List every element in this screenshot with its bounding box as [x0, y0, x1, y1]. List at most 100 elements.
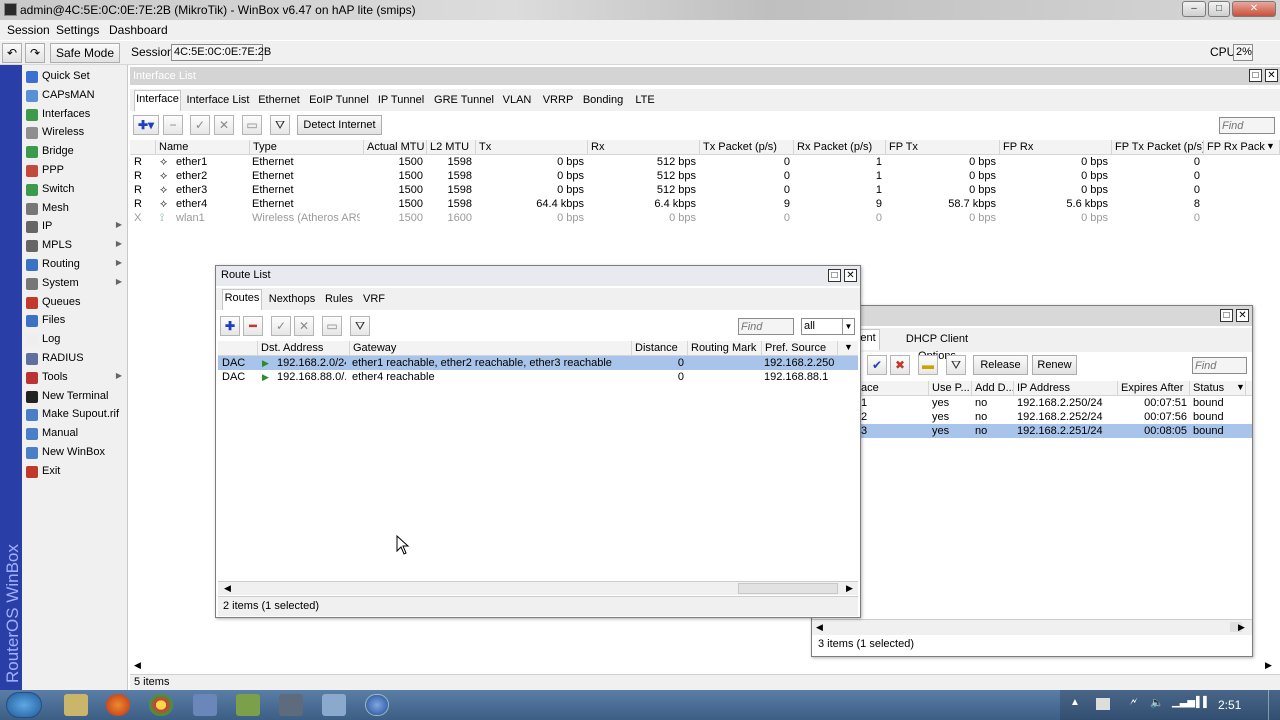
sidebar-item-wireless[interactable]: Wireless: [22, 124, 128, 142]
route-col-routing-mark[interactable]: Routing Mark: [688, 341, 762, 356]
winbox-taskbar-icon[interactable]: [365, 694, 389, 716]
release-button[interactable]: Release: [973, 355, 1028, 375]
dhcp-col-ace[interactable]: ace: [858, 381, 929, 396]
route-remove-button[interactable]: ━: [243, 316, 263, 336]
interface-col-fp-rx[interactable]: FP Rx: [1000, 140, 1112, 155]
sidebar-item-log[interactable]: Log: [22, 331, 128, 349]
sidebar-item-ip[interactable]: IP ▶: [22, 218, 128, 236]
route-filter-select[interactable]: all ▼: [801, 318, 855, 335]
sidebar-item-make-supout-rif[interactable]: Make Supout.rif: [22, 406, 128, 424]
interface-col-l2-mtu[interactable]: L2 MTU: [427, 140, 476, 155]
renew-button[interactable]: Renew: [1032, 355, 1077, 375]
dhcp-maximize-button[interactable]: □: [1220, 309, 1233, 322]
interface-col-type[interactable]: Type: [250, 140, 364, 155]
remove-button[interactable]: −: [163, 115, 183, 135]
dhcp-disable-button[interactable]: ✖: [890, 355, 910, 375]
interface-col-fp-tx[interactable]: FP Tx: [886, 140, 1000, 155]
tab-interface-list[interactable]: Interface List: [186, 92, 250, 110]
dhcp-col-use-p-[interactable]: Use P...: [929, 381, 972, 396]
sidebar-item-tools[interactable]: Tools ▶: [22, 369, 128, 387]
interface-col-actual-mtu[interactable]: Actual MTU: [364, 140, 427, 155]
sidebar-item-switch[interactable]: Switch: [22, 181, 128, 199]
table-row[interactable]: X ⟟ wlan1 Wireless (Atheros AR9... 1500 1600 0…: [130, 211, 1280, 225]
undo-button[interactable]: ↶: [2, 43, 22, 63]
tab-dhcp-client-options[interactable]: DHCP Client Options: [888, 331, 986, 362]
dhcp-scroll-left[interactable]: ◀: [816, 622, 823, 633]
column-menu-chevron-icon[interactable]: ▼: [844, 342, 853, 352]
menu-settings[interactable]: Settings: [56, 23, 99, 37]
route-maximize-button[interactable]: □: [828, 269, 841, 282]
route-scroll-right[interactable]: ▶: [846, 583, 853, 594]
route-add-button[interactable]: ✚: [220, 316, 240, 336]
interface-close-button[interactable]: ✕: [1265, 69, 1278, 82]
route-flag-header[interactable]: [218, 341, 258, 356]
dhcp-close-button[interactable]: ✕: [1236, 309, 1249, 322]
dhcp-enable-button[interactable]: ✔: [867, 355, 887, 375]
table-row[interactable]: R ⟡ ether3 Ethernet 1500 1598 0 bps 512 bps 0 1 0 …: [130, 183, 1280, 197]
tab-ethernet[interactable]: Ethernet: [257, 92, 301, 110]
tools-taskbar-icon[interactable]: [279, 694, 303, 716]
sidebar-item-queues[interactable]: Queues: [22, 294, 128, 312]
safe-mode-button[interactable]: Safe Mode: [50, 43, 120, 63]
route-scroll-left[interactable]: ◀: [224, 583, 231, 594]
route-find-input[interactable]: [738, 318, 794, 335]
interface-col-rx-packet-p-s-[interactable]: Rx Packet (p/s): [794, 140, 886, 155]
dhcp-filter-button[interactable]: ⛛: [946, 355, 966, 375]
app-taskbar-icon[interactable]: [193, 694, 217, 716]
interface-col-rx[interactable]: Rx: [588, 140, 700, 155]
close-button[interactable]: ✕: [1232, 1, 1276, 17]
tab-bonding[interactable]: Bonding: [582, 92, 624, 110]
sidebar-item-system[interactable]: System ▶: [22, 275, 128, 293]
add-button[interactable]: ✚▾: [133, 115, 159, 135]
route-enable-button[interactable]: ✓: [271, 316, 291, 336]
maximize-button[interactable]: □: [1208, 1, 1230, 17]
table-row[interactable]: DAC ▶ 192.168.88.0/... ether4 reachable 0 192…: [218, 370, 858, 384]
tab-gre-tunnel[interactable]: GRE Tunnel: [433, 92, 495, 110]
sidebar-item-new-terminal[interactable]: New Terminal: [22, 388, 128, 406]
files-taskbar-icon[interactable]: [322, 694, 346, 716]
flag-icon[interactable]: ▌▌: [1196, 697, 1210, 708]
route-col-gateway[interactable]: Gateway: [350, 341, 632, 356]
route-close-button[interactable]: ✕: [844, 269, 857, 282]
column-menu-chevron-icon[interactable]: ▼: [1236, 382, 1245, 392]
interface-col-fp-tx-packet-p-s-[interactable]: FP Tx Packet (p/s): [1112, 140, 1204, 155]
sidebar-item-manual[interactable]: Manual: [22, 425, 128, 443]
dhcp-col-ip-address[interactable]: IP Address: [1014, 381, 1118, 396]
sidebar-item-radius[interactable]: RADIUS: [22, 350, 128, 368]
sidebar-item-mpls[interactable]: MPLS ▶: [22, 237, 128, 255]
dhcp-col-add-d-[interactable]: Add D...: [972, 381, 1014, 396]
tab-eoip-tunnel[interactable]: EoIP Tunnel: [308, 92, 370, 110]
comment-button[interactable]: ▭: [242, 115, 262, 135]
tab-vrrp[interactable]: VRRP: [540, 92, 576, 110]
sidebar-item-bridge[interactable]: Bridge: [22, 143, 128, 161]
interface-col-tx[interactable]: Tx: [476, 140, 588, 155]
route-hscroll[interactable]: ◀ ▶: [218, 581, 858, 595]
tab-rules[interactable]: Rules: [322, 291, 356, 309]
sidebar-item-routing[interactable]: Routing ▶: [22, 256, 128, 274]
chevron-down-icon[interactable]: ▼: [842, 319, 854, 334]
sidebar-item-exit[interactable]: Exit: [22, 463, 128, 481]
volume-icon[interactable]: 🔈: [1150, 696, 1164, 709]
start-button[interactable]: [6, 692, 42, 718]
scroll-left-arrow[interactable]: ◀: [134, 660, 141, 671]
notepad-taskbar-icon[interactable]: [236, 694, 260, 716]
interface-flag-header[interactable]: [130, 140, 156, 155]
chrome-taskbar-icon[interactable]: [149, 694, 173, 716]
sidebar-item-files[interactable]: Files: [22, 312, 128, 330]
sidebar-item-mesh[interactable]: Mesh: [22, 200, 128, 218]
route-filter-button[interactable]: ⛛: [350, 316, 370, 336]
keyboard-icon[interactable]: [1096, 698, 1110, 710]
minimize-button[interactable]: –: [1182, 1, 1206, 17]
route-disable-button[interactable]: ✕: [294, 316, 314, 336]
tab-routes[interactable]: Routes: [222, 289, 262, 310]
session-field[interactable]: 4C:5E:0C:0E:7E:2B: [171, 44, 271, 61]
sidebar-item-ppp[interactable]: PPP: [22, 162, 128, 180]
redo-button[interactable]: ↷: [25, 43, 45, 63]
sidebar-item-quick-set[interactable]: Quick Set: [22, 68, 128, 86]
disable-button[interactable]: ✕: [214, 115, 234, 135]
show-desktop-button[interactable]: [1268, 690, 1280, 720]
table-row[interactable]: R ⟡ ether2 Ethernet 1500 1598 0 bps 512 bps 0 1 0 …: [130, 169, 1280, 183]
table-row[interactable]: 1 yes no 192.168.2.250/24 00:07:51 bound: [812, 396, 1252, 410]
dhcp-hscroll[interactable]: ◀ ▶: [812, 619, 1252, 635]
enable-button[interactable]: ✓: [190, 115, 210, 135]
